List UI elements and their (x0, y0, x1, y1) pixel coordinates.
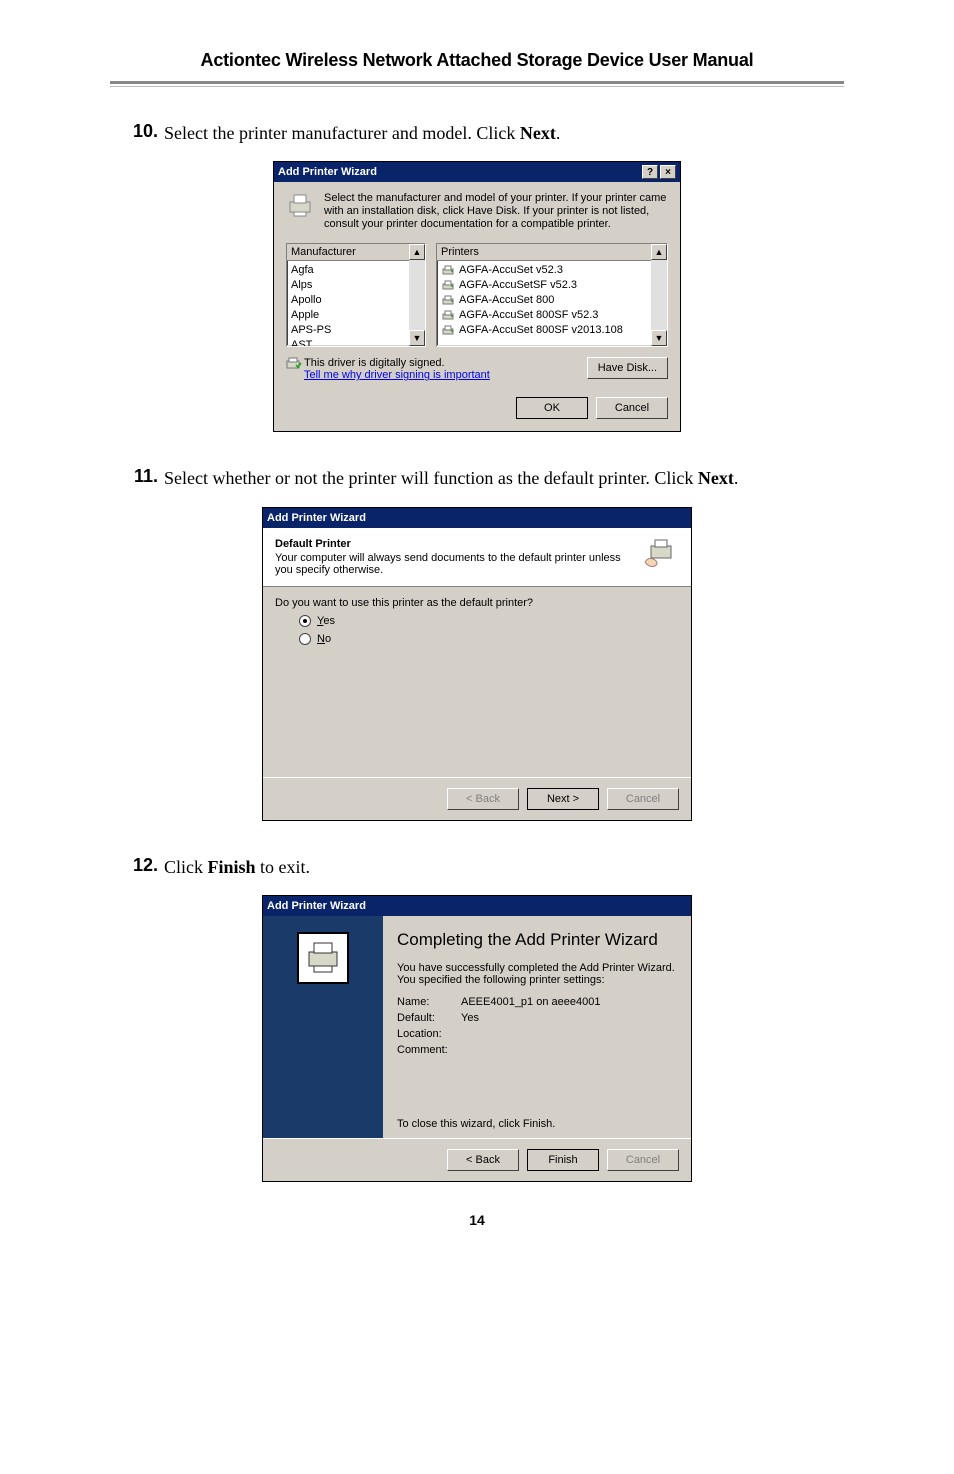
printer-item-icon (441, 265, 455, 277)
ok-button[interactable]: OK (516, 397, 588, 419)
manual-title: Actiontec Wireless Network Attached Stor… (110, 50, 844, 71)
list-item[interactable]: AGFA-AccuSet 800SF v52.3 (439, 308, 665, 323)
step-text: Select whether or not the printer will f… (164, 466, 738, 490)
signed-icon (286, 357, 304, 374)
next-button[interactable]: Next > (527, 788, 599, 810)
cancel-button: Cancel (607, 1149, 679, 1171)
printer-icon (286, 192, 314, 231)
dialog-subheading: Your computer will always send documents… (275, 552, 639, 576)
printer-hand-icon (639, 538, 679, 576)
list-item[interactable]: APS-PS (289, 323, 423, 338)
list-item[interactable]: AGFA-AccuSetSF v52.3 (439, 278, 665, 293)
printer-item-icon (441, 325, 455, 337)
step-text-b: to exit. (256, 857, 311, 877)
step-text-bold: Next (520, 123, 556, 143)
titlebar-text: Add Printer Wizard (278, 166, 377, 178)
list-item[interactable]: AST (289, 338, 423, 347)
help-button[interactable]: ? (642, 165, 658, 179)
finish-button[interactable]: Finish (527, 1149, 599, 1171)
step-text: Click Finish to exit. (164, 855, 310, 879)
printer-item-icon (441, 280, 455, 292)
list-item[interactable]: Agfa (289, 263, 423, 278)
list-item[interactable]: Apollo (289, 293, 423, 308)
scroll-up-icon[interactable]: ▲ (651, 244, 667, 260)
printers-listbox[interactable]: Printers AGFA-AccuSet v52.3 AGFA-AccuSet… (436, 243, 668, 347)
complete-heading: Completing the Add Printer Wizard (397, 930, 677, 950)
step-text-a: Click (164, 857, 208, 877)
titlebar: Add Printer Wizard (263, 508, 691, 528)
list-item[interactable]: AGFA-AccuSet 800SF v2013.108 (439, 323, 665, 338)
close-button[interactable]: × (660, 165, 676, 179)
complete-sub1: You have successfully completed the Add … (397, 962, 677, 974)
summary-row: Default:Yes (397, 1010, 677, 1026)
dialog-heading: Default Printer (275, 538, 639, 550)
scroll-up-icon[interactable]: ▲ (409, 244, 425, 260)
step-number: 10. (110, 121, 158, 142)
complete-sub2: You specified the following printer sett… (397, 974, 677, 986)
wizard-graphic (263, 916, 383, 1138)
radio-dot-icon (299, 615, 311, 627)
back-button[interactable]: < Back (447, 1149, 519, 1171)
step-11: 11. Select whether or not the printer wi… (110, 466, 844, 490)
manufacturer-listbox[interactable]: Manufacturer Agfa Alps Apollo Apple APS-… (286, 243, 426, 347)
printer-item-icon (441, 310, 455, 322)
dialog-description: Select the manufacturer and model of you… (324, 192, 668, 231)
step-text-bold: Next (698, 468, 734, 488)
step-text-b: . (734, 468, 739, 488)
cancel-button[interactable]: Cancel (596, 397, 668, 419)
scrollbar[interactable]: ▲ ▼ (409, 244, 425, 346)
manufacturer-header: Manufacturer (287, 244, 425, 261)
step-text-a: Select whether or not the printer will f… (164, 468, 698, 488)
back-button: < Back (447, 788, 519, 810)
printer-item-icon (441, 295, 455, 307)
list-item[interactable]: AGFA-AccuSet v52.3 (439, 263, 665, 278)
list-item[interactable]: Apple (289, 308, 423, 323)
dialog-header: Default Printer Your computer will alway… (263, 528, 691, 587)
scrollbar[interactable]: ▲ ▼ (651, 244, 667, 346)
cancel-button: Cancel (607, 788, 679, 810)
step-12: 12. Click Finish to exit. (110, 855, 844, 879)
titlebar: Add Printer Wizard ? × (274, 162, 680, 182)
summary-row: Location: (397, 1026, 677, 1042)
header-divider (110, 81, 844, 87)
list-item[interactable]: Alps (289, 278, 423, 293)
default-question: Do you want to use this printer as the d… (275, 597, 679, 609)
radio-no[interactable]: No (299, 633, 679, 645)
step-text: Select the printer manufacturer and mode… (164, 121, 560, 145)
list-item[interactable]: AGFA-AccuSet 800 (439, 293, 665, 308)
step-text-b: . (556, 123, 561, 143)
have-disk-button[interactable]: Have Disk... (587, 357, 668, 379)
scroll-down-icon[interactable]: ▼ (651, 330, 667, 346)
titlebar-text: Add Printer Wizard (267, 512, 366, 524)
dialog-select-printer: Add Printer Wizard ? × Select the manufa… (273, 161, 681, 432)
printers-header: Printers (437, 244, 667, 261)
summary-row: Comment: (397, 1042, 677, 1058)
step-text-bold: Finish (208, 857, 256, 877)
step-number: 11. (110, 466, 158, 487)
page-number: 14 (110, 1212, 844, 1228)
signed-text: This driver is digitally signed. (304, 357, 587, 369)
scroll-down-icon[interactable]: ▼ (409, 330, 425, 346)
dialog-complete: Add Printer Wizard Completing the Add Pr… (262, 895, 692, 1182)
summary-row: Name:AEEE4001_p1 on aeee4001 (397, 994, 677, 1010)
close-hint: To close this wizard, click Finish. (397, 1118, 677, 1130)
step-number: 12. (110, 855, 158, 876)
signed-link[interactable]: Tell me why driver signing is important (304, 369, 490, 381)
step-10: 10. Select the printer manufacturer and … (110, 121, 844, 145)
printer-icon (297, 932, 349, 984)
radio-dot-icon (299, 633, 311, 645)
radio-yes[interactable]: Yes (299, 615, 679, 627)
step-text-a: Select the printer manufacturer and mode… (164, 123, 520, 143)
dialog-default-printer: Add Printer Wizard Default Printer Your … (262, 507, 692, 821)
titlebar: Add Printer Wizard (263, 896, 691, 916)
titlebar-text: Add Printer Wizard (267, 900, 366, 912)
